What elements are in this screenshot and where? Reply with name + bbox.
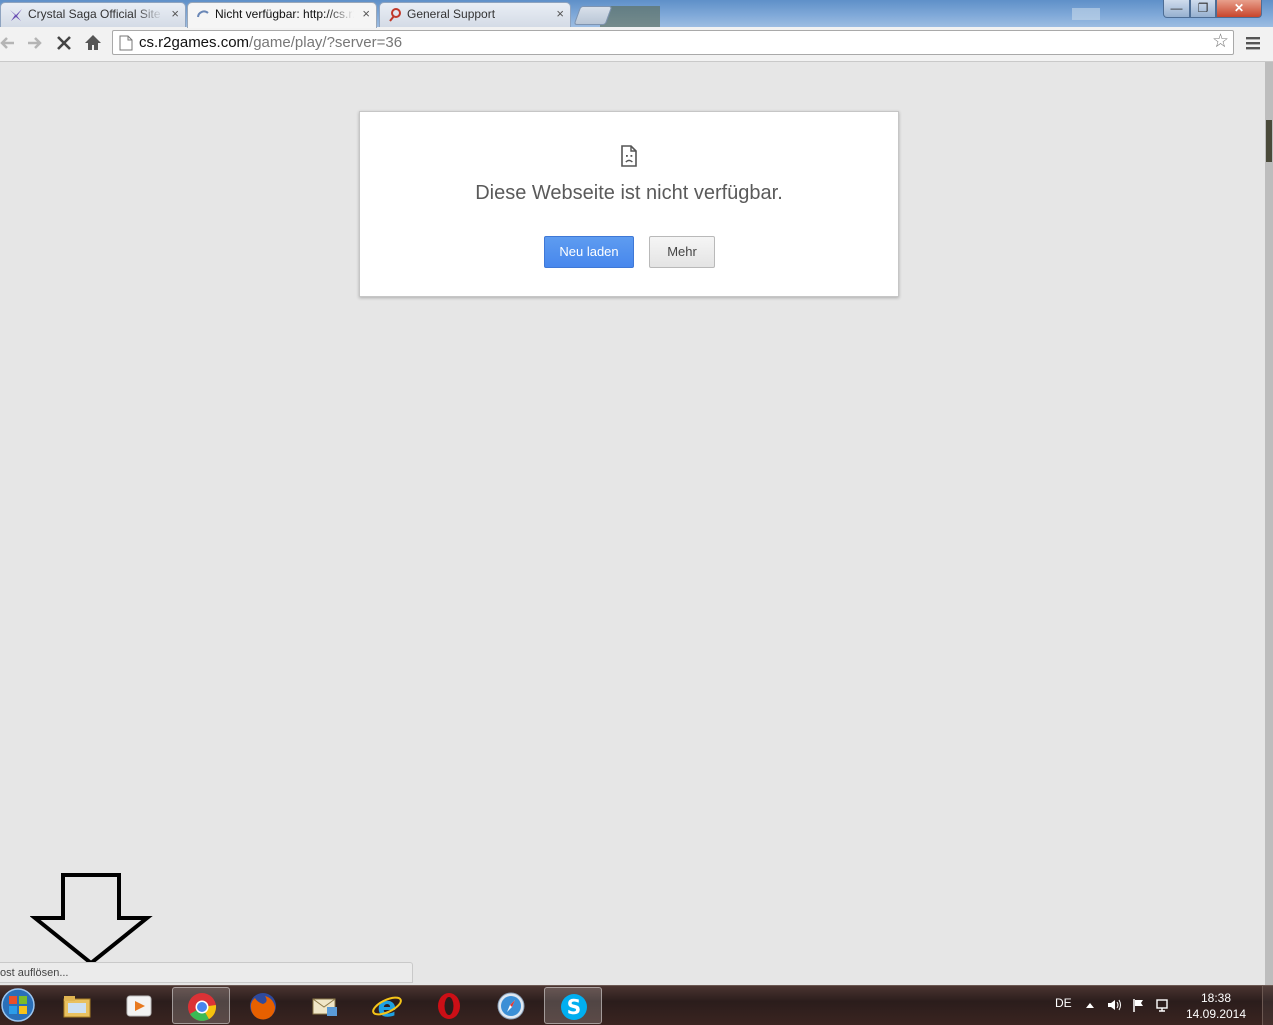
taskbar-firefox[interactable] [234, 987, 292, 1024]
title-bar: Crystal Saga Official Site – × Nicht ver… [0, 0, 1273, 28]
language-indicator[interactable]: DE [1055, 996, 1072, 1010]
taskbar-media-player[interactable] [110, 987, 168, 1024]
chrome-icon [188, 993, 217, 1021]
svg-text:S: S [567, 995, 581, 1019]
url-host: cs.r2games.com [139, 34, 250, 51]
page-content: Diese Webseite ist nicht verfügbar. Neu … [0, 62, 1265, 985]
tab-nicht-verfuegbar[interactable]: Nicht verfügbar: http://cs.r2games.com × [187, 2, 377, 28]
page-icon [119, 35, 133, 51]
edge-detail [1266, 120, 1272, 162]
taskbar-internet-explorer[interactable]: e [358, 987, 416, 1024]
tab-crystal-saga[interactable]: Crystal Saga Official Site – × [0, 2, 186, 27]
status-bubble: ost auflösen... [0, 962, 413, 983]
loading-spinner-icon [197, 10, 209, 18]
file-explorer-icon [63, 996, 91, 1018]
support-icon [389, 8, 401, 22]
taskbar: e S DE 18:38 14.09.2014 [0, 985, 1273, 1025]
address-bar[interactable]: cs.r2games.com/game/play/?server=36 ☆ [112, 30, 1234, 55]
tab-close-button[interactable]: × [171, 3, 179, 25]
taskbar-safari[interactable] [482, 987, 540, 1024]
forward-arrow-icon[interactable] [24, 32, 46, 54]
network-icon[interactable] [1155, 997, 1171, 1013]
url-path: /game/play/?server=36 [249, 34, 403, 51]
down-arrow-annotation [30, 873, 153, 966]
windows-start-icon[interactable] [0, 986, 38, 1025]
sad-page-icon [621, 145, 637, 167]
show-desktop-button[interactable] [1262, 986, 1273, 1025]
url-text: cs.r2games.com/game/play/?server=36 [139, 34, 402, 51]
bookmark-star-icon[interactable]: ☆ [1212, 32, 1229, 52]
desktop-background-glimpse [1072, 8, 1100, 20]
skype-icon: S [561, 994, 587, 1020]
svg-text:e: e [378, 990, 397, 1022]
system-clock[interactable]: 18:38 14.09.2014 [1184, 990, 1248, 1022]
mail-icon [312, 998, 337, 1016]
crystal-saga-icon [10, 9, 22, 21]
show-hidden-icons-icon[interactable] [1085, 1001, 1095, 1009]
opera-icon [438, 993, 460, 1019]
tab-title: Nicht verfügbar: http://cs.r2games.com [215, 7, 354, 21]
taskbar-skype[interactable]: S [544, 987, 602, 1024]
error-card: Diese Webseite ist nicht verfügbar. Neu … [359, 111, 899, 297]
maximize-button[interactable]: ❐ [1190, 0, 1216, 18]
media-player-icon [126, 995, 152, 1017]
reload-button[interactable]: Neu laden [544, 236, 634, 268]
action-center-flag-icon[interactable] [1131, 997, 1147, 1013]
browser-toolbar: cs.r2games.com/game/play/?server=36 ☆ [0, 27, 1273, 62]
minimize-button[interactable]: — [1163, 0, 1190, 18]
tab-close-button[interactable]: × [362, 3, 370, 25]
error-message: Diese Webseite ist nicht verfügbar. [475, 182, 783, 204]
taskbar-chrome[interactable] [172, 987, 230, 1024]
window-edge [1265, 62, 1273, 985]
tab-title: Crystal Saga Official Site – [28, 7, 163, 21]
tab-general-support[interactable]: General Support × [379, 2, 571, 27]
taskbar-mail[interactable] [296, 987, 354, 1024]
hamburger-menu-icon[interactable] [1245, 35, 1261, 51]
close-window-button[interactable]: ✕ [1216, 0, 1262, 18]
volume-icon[interactable] [1106, 997, 1122, 1013]
stop-loading-icon[interactable] [53, 32, 75, 54]
internet-explorer-icon: e [372, 990, 402, 1022]
tab-close-button[interactable]: × [556, 3, 564, 25]
taskbar-file-explorer[interactable] [48, 987, 106, 1024]
more-button[interactable]: Mehr [649, 236, 715, 268]
home-icon[interactable] [82, 32, 104, 54]
back-arrow-icon[interactable] [0, 32, 22, 54]
taskbar-opera[interactable] [420, 987, 478, 1024]
safari-icon [497, 992, 525, 1020]
clock-date: 14.09.2014 [1185, 1007, 1247, 1021]
clock-time: 18:38 [1200, 991, 1232, 1005]
firefox-icon [250, 993, 276, 1020]
tab-title: General Support [407, 7, 496, 21]
